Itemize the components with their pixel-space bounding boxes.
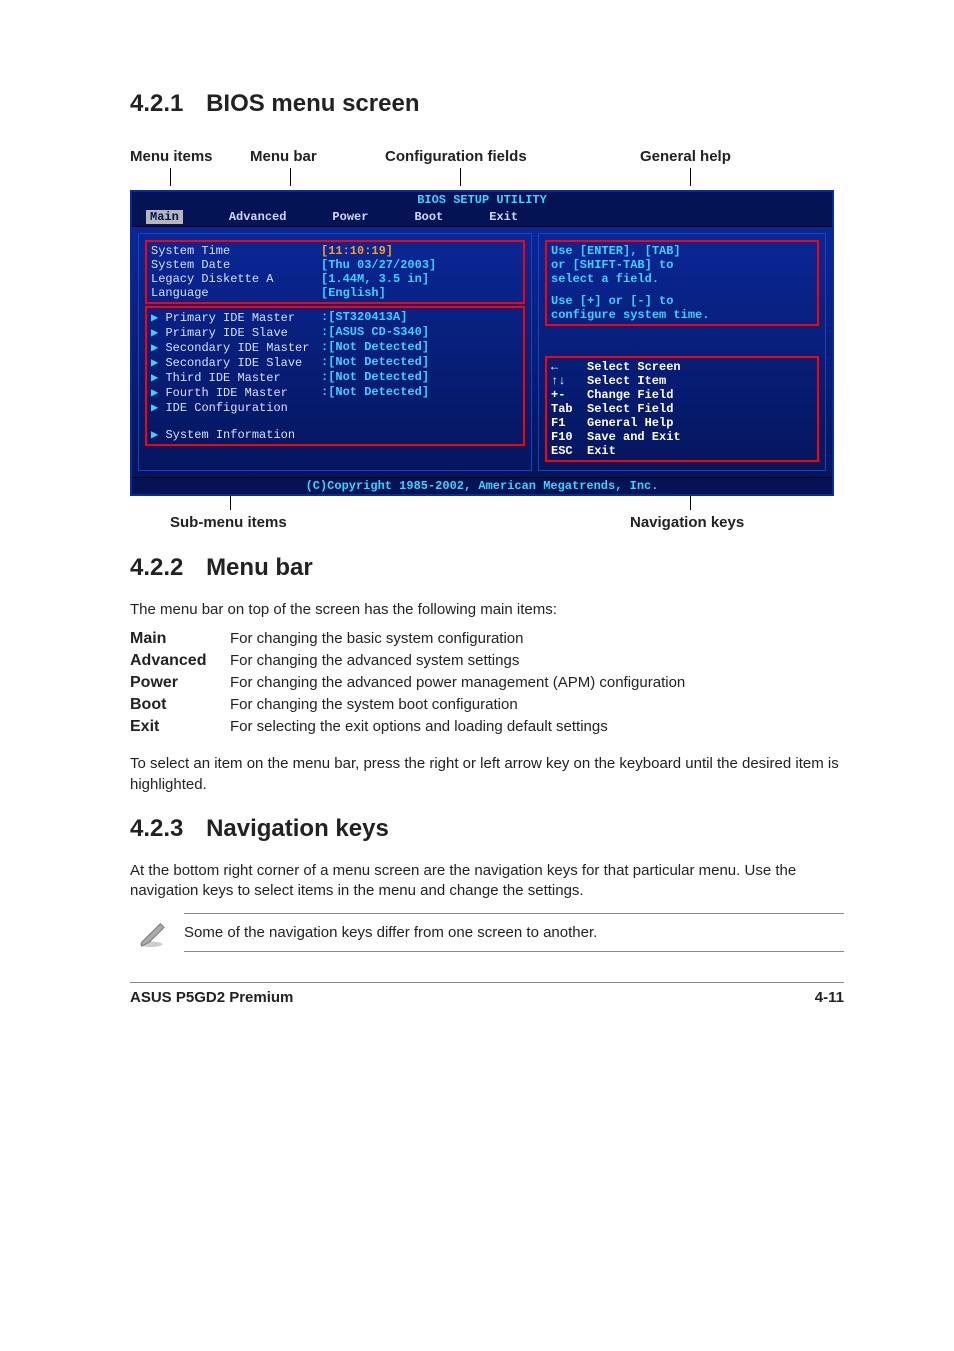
bios-item-system-time[interactable]: System Time[11:10:19] (151, 244, 519, 258)
nav-row: F10Save and Exit (551, 430, 813, 444)
bios-copyright: (C)Copyright 1985-2002, American Megatre… (132, 477, 832, 494)
label-menu-items: Menu items (130, 148, 213, 165)
def-exit: ExitFor selecting the exit options and l… (130, 718, 844, 736)
nav-row: +-Change Field (551, 388, 813, 402)
section-number: 4.2.2 (130, 554, 183, 581)
note-box: Some of the navigation keys differ from … (136, 913, 844, 952)
bios-item-ide-configuration[interactable]: IDE Configuration (151, 400, 519, 415)
menubar-definitions: MainFor changing the basic system config… (130, 630, 844, 736)
arrow-updown-icon: ↑↓ (551, 374, 587, 388)
help-line: Use [+] or [-] to (551, 294, 813, 308)
section-4-2-3-heading: 4.2.3 Navigation keys (130, 815, 844, 843)
bios-item-secondary-ide-slave[interactable]: Secondary IDE Slave:[Not Detected] (151, 355, 519, 370)
bios-bottom-labels: Sub-menu items Navigation keys (130, 512, 830, 534)
bios-item-primary-ide-slave[interactable]: Primary IDE Slave:[ASUS CD-S340] (151, 325, 519, 340)
bios-item-language[interactable]: Language[English] (151, 286, 519, 300)
pencil-icon (136, 918, 166, 948)
nav-row: ←Select Screen (551, 360, 813, 374)
bios-submenu-group: Primary IDE Master:[ST320413A] Primary I… (145, 306, 525, 446)
bios-tab-power[interactable]: Power (332, 210, 368, 224)
bios-tab-boot[interactable]: Boot (414, 210, 443, 224)
bios-bottom-ticks (130, 496, 830, 512)
def-advanced: AdvancedFor changing the advanced system… (130, 652, 844, 670)
label-navigation-keys: Navigation keys (630, 514, 744, 531)
help-line: configure system time. (551, 308, 813, 322)
section-4-2-2-heading: 4.2.2 Menu bar (130, 554, 844, 582)
bios-items-group: System Time[11:10:19] System Date[Thu 03… (145, 240, 525, 304)
section-title: Menu bar (206, 554, 313, 581)
help-line: or [SHIFT-TAB] to (551, 258, 813, 272)
def-power: PowerFor changing the advanced power man… (130, 674, 844, 692)
arrow-left-icon: ← (551, 360, 587, 374)
footer-right: 4-11 (815, 989, 844, 1006)
bios-item-diskette[interactable]: Legacy Diskette A[1.44M, 3.5 in] (151, 272, 519, 286)
footer-left: ASUS P5GD2 Premium (130, 989, 293, 1006)
menubar-intro: The menu bar on top of the screen has th… (130, 600, 844, 620)
bios-item-system-date[interactable]: System Date[Thu 03/27/2003] (151, 258, 519, 272)
label-menu-bar: Menu bar (250, 148, 317, 165)
nav-row: F1General Help (551, 416, 813, 430)
section-number: 4.2.1 (130, 90, 183, 117)
help-line: select a field. (551, 272, 813, 286)
bios-item-system-information[interactable]: System Information (151, 427, 519, 442)
bios-tab-advanced[interactable]: Advanced (229, 210, 287, 224)
page-footer: ASUS P5GD2 Premium 4-11 (130, 982, 844, 1006)
section-number: 4.2.3 (130, 815, 183, 842)
bios-screen: BIOS SETUP UTILITY Main Advanced Power B… (130, 190, 834, 496)
section-title: BIOS menu screen (206, 90, 419, 117)
navkeys-intro: At the bottom right corner of a menu scr… (130, 861, 844, 902)
bios-item-primary-ide-master[interactable]: Primary IDE Master:[ST320413A] (151, 310, 519, 325)
bios-title: BIOS SETUP UTILITY (132, 192, 832, 208)
nav-row: ESCExit (551, 444, 813, 458)
nav-row: TabSelect Field (551, 402, 813, 416)
def-boot: BootFor changing the system boot configu… (130, 696, 844, 714)
label-submenu-items: Sub-menu items (170, 514, 287, 531)
help-line: Use [ENTER], [TAB] (551, 244, 813, 258)
label-general-help: General help (640, 148, 731, 165)
bios-item-third-ide-master[interactable]: Third IDE Master:[Not Detected] (151, 370, 519, 385)
bios-help-box: Use [ENTER], [TAB] or [SHIFT-TAB] to sel… (545, 240, 819, 326)
bios-top-labels: Menu items Menu bar Configuration fields… (130, 148, 844, 188)
nav-row: ↑↓Select Item (551, 374, 813, 388)
section-title: Navigation keys (206, 815, 389, 842)
bios-item-fourth-ide-master[interactable]: Fourth IDE Master:[Not Detected] (151, 385, 519, 400)
menubar-tip: To select an item on the menu bar, press… (130, 754, 844, 795)
bios-item-secondary-ide-master[interactable]: Secondary IDE Master:[Not Detected] (151, 340, 519, 355)
label-config-fields: Configuration fields (385, 148, 527, 165)
bios-tab-main[interactable]: Main (146, 210, 183, 224)
bios-menubar: Main Advanced Power Boot Exit (132, 208, 832, 227)
section-4-2-1-heading: 4.2.1 BIOS menu screen (130, 90, 844, 118)
def-main: MainFor changing the basic system config… (130, 630, 844, 648)
note-text: Some of the navigation keys differ from … (184, 913, 844, 952)
bios-tab-exit[interactable]: Exit (489, 210, 518, 224)
bios-nav-legend: ←Select Screen ↑↓Select Item +-Change Fi… (545, 356, 819, 462)
